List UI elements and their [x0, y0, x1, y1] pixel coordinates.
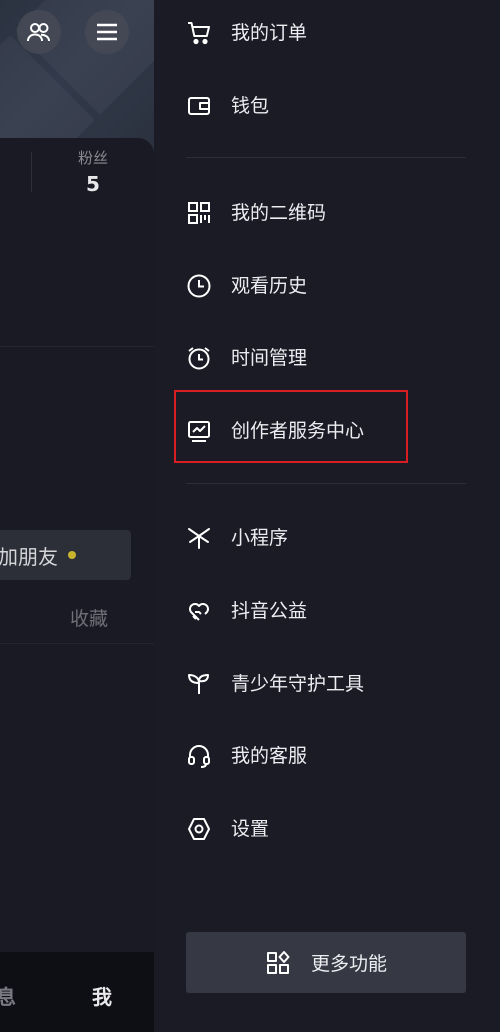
menu-divider	[186, 483, 466, 484]
profile-page-background: 粉丝 5 加朋友 收藏 息 我	[0, 0, 154, 1032]
menu-item-label: 我的订单	[231, 22, 308, 44]
side-drawer: 我的订单 钱包 我的二维码 观看历史 时间管理 创作者服务中心 小程序 抖音公益…	[154, 0, 500, 1032]
friends-icon	[27, 23, 50, 42]
qr-code-icon	[186, 200, 212, 226]
bottom-nav	[0, 952, 154, 1032]
menu-divider	[186, 157, 466, 158]
fans-count[interactable]: 5	[62, 172, 124, 196]
menu-item-watch-history[interactable]: 观看历史	[154, 257, 500, 313]
sprout-icon	[186, 671, 212, 697]
nav-messages[interactable]: 息	[0, 981, 16, 1010]
menu-item-label: 钱包	[231, 95, 270, 117]
menu-item-mini-programs[interactable]: 小程序	[154, 509, 500, 565]
menu-item-label: 青少年守护工具	[231, 673, 365, 695]
menu-item-label: 设置	[231, 818, 270, 840]
fans-label: 粉丝	[77, 149, 108, 167]
menu-item-qr-code[interactable]: 我的二维码	[154, 184, 500, 240]
menu-item-time-management[interactable]: 时间管理	[154, 329, 500, 385]
menu-button[interactable]	[85, 10, 129, 54]
more-features-label: 更多功能	[310, 953, 387, 975]
add-friend-label: 加朋友	[0, 544, 58, 569]
nav-me[interactable]: 我	[92, 981, 112, 1010]
menu-item-teen-guardian[interactable]: 青少年守护工具	[154, 655, 500, 711]
settings-icon	[186, 816, 212, 842]
menu-item-settings[interactable]: 设置	[154, 800, 500, 856]
headset-icon	[186, 743, 212, 769]
mini-program-icon	[186, 525, 212, 551]
menu-item-label: 时间管理	[231, 347, 308, 369]
menu-item-label: 我的客服	[231, 745, 308, 767]
divider	[0, 643, 154, 644]
cart-icon	[186, 20, 212, 46]
menu-item-label: 观看历史	[231, 275, 308, 297]
grid-icon	[265, 950, 291, 976]
divider	[0, 346, 154, 347]
alarm-clock-icon	[186, 345, 212, 371]
friends-button[interactable]	[17, 10, 61, 54]
menu-item-label: 抖音公益	[231, 600, 308, 622]
tab-collections[interactable]: 收藏	[70, 604, 108, 631]
menu-item-public-welfare[interactable]: 抖音公益	[154, 582, 500, 638]
hamburger-icon	[97, 23, 117, 41]
menu-item-label: 小程序	[231, 527, 289, 549]
menu-item-my-orders[interactable]: 我的订单	[154, 4, 500, 60]
more-features-button[interactable]: 更多功能	[186, 932, 466, 993]
heart-hands-icon	[186, 598, 212, 624]
add-friend-button[interactable]: 加朋友	[0, 530, 131, 580]
menu-item-label: 我的二维码	[231, 202, 327, 224]
highlight-annotation	[174, 390, 408, 463]
menu-item-customer-service[interactable]: 我的客服	[154, 727, 500, 783]
notification-dot	[68, 551, 76, 559]
clock-icon	[186, 273, 212, 299]
stat-divider	[31, 152, 32, 192]
wallet-icon	[186, 93, 212, 119]
menu-item-wallet[interactable]: 钱包	[154, 77, 500, 133]
